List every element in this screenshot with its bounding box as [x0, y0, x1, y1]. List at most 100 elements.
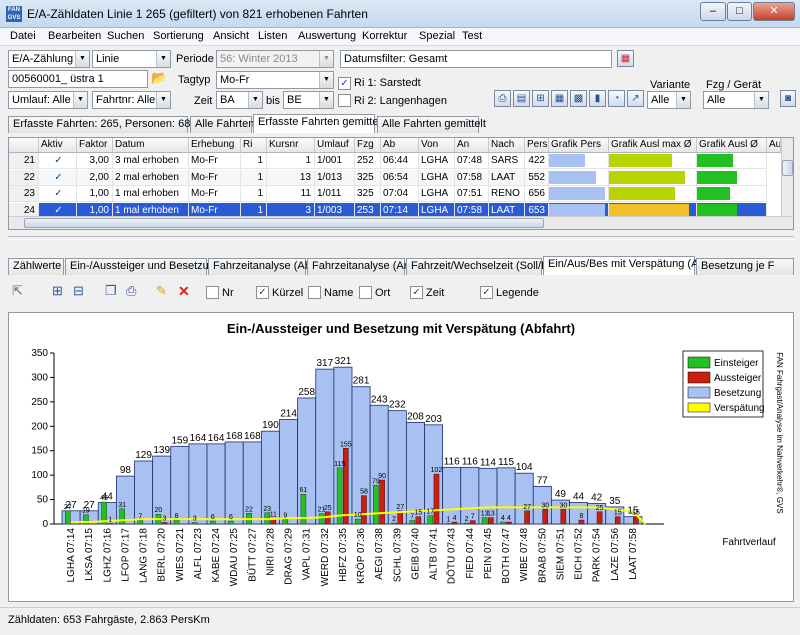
- tab-fahrzeit-wechselzeit[interactable]: Fahrzeit/Wechselzeit (Soll/Ist): [406, 258, 556, 275]
- linie-value-field[interactable]: 00560001_ üstra 1: [8, 70, 148, 88]
- tab-ein-aus-bes-verspaetung[interactable]: Ein/Aus/Bes mit Verspätung (Ab): [543, 256, 708, 275]
- col-header-ab[interactable]: Ab: [381, 138, 419, 153]
- variante-select[interactable]: Alle ▼: [647, 91, 691, 109]
- datumsfilter-field[interactable]: Datumsfilter: Gesamt: [340, 50, 612, 68]
- col-header-pers[interactable]: Pers: [525, 138, 549, 153]
- kuerzel-checkbox[interactable]: ✓: [256, 286, 269, 299]
- col-header-grafik-pers[interactable]: Grafik Pers: [549, 138, 609, 153]
- x-tick-label: FIED 07:44: [465, 528, 476, 579]
- menu-bearbeiten[interactable]: Bearbeiten: [48, 30, 101, 42]
- splitter[interactable]: [8, 236, 794, 240]
- maximize-button[interactable]: □: [727, 2, 752, 21]
- tab-besetzung-je-fahrt[interactable]: Besetzung je F: [696, 258, 794, 275]
- tab-alle-gemittelt[interactable]: Alle Fahrten gemittelt: [377, 116, 486, 133]
- tab-fahrzeit-ab[interactable]: Fahrzeitanalyse (Ab): [208, 258, 315, 275]
- tab-fahrzeit-an[interactable]: Fahrzeitanalyse (An): [307, 258, 414, 275]
- menu-listen[interactable]: Listen: [258, 30, 287, 42]
- menu-suchen[interactable]: Suchen: [107, 30, 144, 42]
- col-header-kursnr[interactable]: Kursnr: [267, 138, 315, 153]
- grid-hscroll-thumb[interactable]: [24, 218, 544, 228]
- besetzung-label: 77: [537, 475, 549, 486]
- print-icon[interactable]: ⎙: [494, 90, 511, 107]
- col-header-au[interactable]: Au: [767, 138, 781, 153]
- tab-erfasste-fahrten[interactable]: Erfasste Fahrten: 265, Personen: 68721: [8, 116, 209, 133]
- besetzung-label: 104: [516, 462, 533, 473]
- ort-checkbox[interactable]: [359, 286, 372, 299]
- tab-ein-aussteiger[interactable]: Ein-/Aussteiger und Besetzung: [65, 258, 221, 275]
- name-checkbox[interactable]: [308, 286, 321, 299]
- fahrtnr-select[interactable]: Fahrtnr: Alle ▼: [92, 91, 171, 109]
- export-icon[interactable]: ⇱: [12, 283, 28, 299]
- menu-datei[interactable]: Datei: [10, 30, 36, 42]
- x-tick-label: LANG 07:18: [139, 528, 150, 583]
- periode-select[interactable]: 56: Winter 2013 ▼: [216, 50, 334, 68]
- linie-select[interactable]: Linie ▼: [92, 50, 171, 68]
- cell-aktiv[interactable]: ✓: [39, 153, 77, 169]
- zeit-von-select[interactable]: BA ▼: [216, 91, 263, 109]
- zaehlung-select[interactable]: E/A-Zählung ▼: [8, 50, 90, 68]
- legende-checkbox[interactable]: ✓: [480, 286, 493, 299]
- besetzung-label: 164: [190, 433, 207, 444]
- grid-scroll-thumb[interactable]: [782, 160, 793, 176]
- col-header-an[interactable]: An: [455, 138, 489, 153]
- tab-erfasste-gemittelt[interactable]: Erfasste Fahrten gemittelt: [253, 114, 384, 133]
- line-chart-icon[interactable]: ↗: [627, 90, 644, 107]
- nr-checkbox[interactable]: [206, 286, 219, 299]
- col-header-von[interactable]: Von: [419, 138, 455, 153]
- close-button[interactable]: ✕: [753, 2, 795, 21]
- col-header-faktor[interactable]: Faktor: [77, 138, 113, 153]
- col-header-erhebung[interactable]: Erhebung: [189, 138, 241, 153]
- menu-test[interactable]: Test: [462, 30, 482, 42]
- chart-pie-icon[interactable]: ◔: [608, 90, 625, 107]
- folder-open-icon[interactable]: 📂: [151, 70, 167, 85]
- ri1-checkbox[interactable]: ✓: [338, 77, 351, 90]
- export-chart-icon[interactable]: ⊟: [73, 283, 89, 299]
- grid-vertical-scrollbar[interactable]: [781, 138, 793, 216]
- col-header-datum[interactable]: Datum: [113, 138, 189, 153]
- menu-ansicht[interactable]: Ansicht: [213, 30, 249, 42]
- aussteiger-label: 4: [507, 515, 511, 522]
- zeit-bis-select[interactable]: BE ▼: [283, 91, 334, 109]
- x-tick-label: NIRI 07:28: [265, 528, 276, 576]
- table-icon[interactable]: ▤: [513, 90, 530, 107]
- col-header-nach[interactable]: Nach: [489, 138, 525, 153]
- copy-icon[interactable]: ❐: [105, 283, 121, 299]
- app-logo: FAN GVS: [6, 6, 22, 22]
- menu-spezial[interactable]: Spezial: [419, 30, 455, 42]
- menu-auswertung[interactable]: Auswertung: [298, 30, 356, 42]
- menu-korrektur[interactable]: Korrektur: [362, 30, 407, 42]
- print-chart-icon[interactable]: ⎙: [126, 283, 142, 299]
- col-header-aktiv[interactable]: Aktiv: [39, 138, 77, 153]
- cell-fzg: 325: [355, 186, 381, 202]
- col-header-fzg[interactable]: Fzg: [355, 138, 381, 153]
- menu-sortierung[interactable]: Sortierung: [153, 30, 204, 42]
- col-header-ri[interactable]: Ri: [241, 138, 267, 153]
- graphic-cell: [609, 186, 697, 202]
- cell-aktiv[interactable]: ✓: [39, 186, 77, 202]
- zeit-checkbox[interactable]: ✓: [410, 286, 423, 299]
- fzg-select[interactable]: Alle ▼: [703, 91, 769, 109]
- col-header-grafik-ausl[interactable]: Grafik Ausl Ø: [697, 138, 767, 153]
- table-grid-icon[interactable]: ▩: [570, 90, 587, 107]
- network-icon[interactable]: ⊞: [532, 90, 549, 107]
- minimize-button[interactable]: –: [700, 2, 726, 21]
- tab-zaehlwerte[interactable]: Zählwerte: [8, 258, 64, 275]
- camera-icon[interactable]: ◙: [780, 90, 796, 107]
- aussteiger-label: 4: [453, 515, 457, 522]
- tagtyp-select[interactable]: Mo-Fr ▼: [216, 71, 334, 89]
- einsteiger-label: 7: [138, 514, 142, 521]
- delete-icon[interactable]: ✕: [178, 283, 194, 299]
- cell-pers: 552: [525, 169, 549, 186]
- col-header-umlauf[interactable]: Umlauf: [315, 138, 355, 153]
- col-header-grafik-auslmax[interactable]: Grafik Ausl max Ø: [609, 138, 697, 153]
- zoom-chart-icon[interactable]: ⊞: [52, 283, 68, 299]
- einsteiger-bar: [210, 520, 216, 525]
- umlauf-select[interactable]: Umlauf: Alle ▼: [8, 91, 88, 109]
- calendar-icon[interactable]: ▦: [617, 50, 634, 67]
- bar-chart-icon[interactable]: ▮: [589, 90, 606, 107]
- ri2-checkbox[interactable]: [338, 94, 351, 107]
- tab-alle-fahrten[interactable]: Alle Fahrten: [190, 116, 254, 133]
- new-icon[interactable]: ✎: [156, 283, 172, 299]
- cell-aktiv[interactable]: ✓: [39, 169, 77, 186]
- grid-icon[interactable]: ▦: [551, 90, 568, 107]
